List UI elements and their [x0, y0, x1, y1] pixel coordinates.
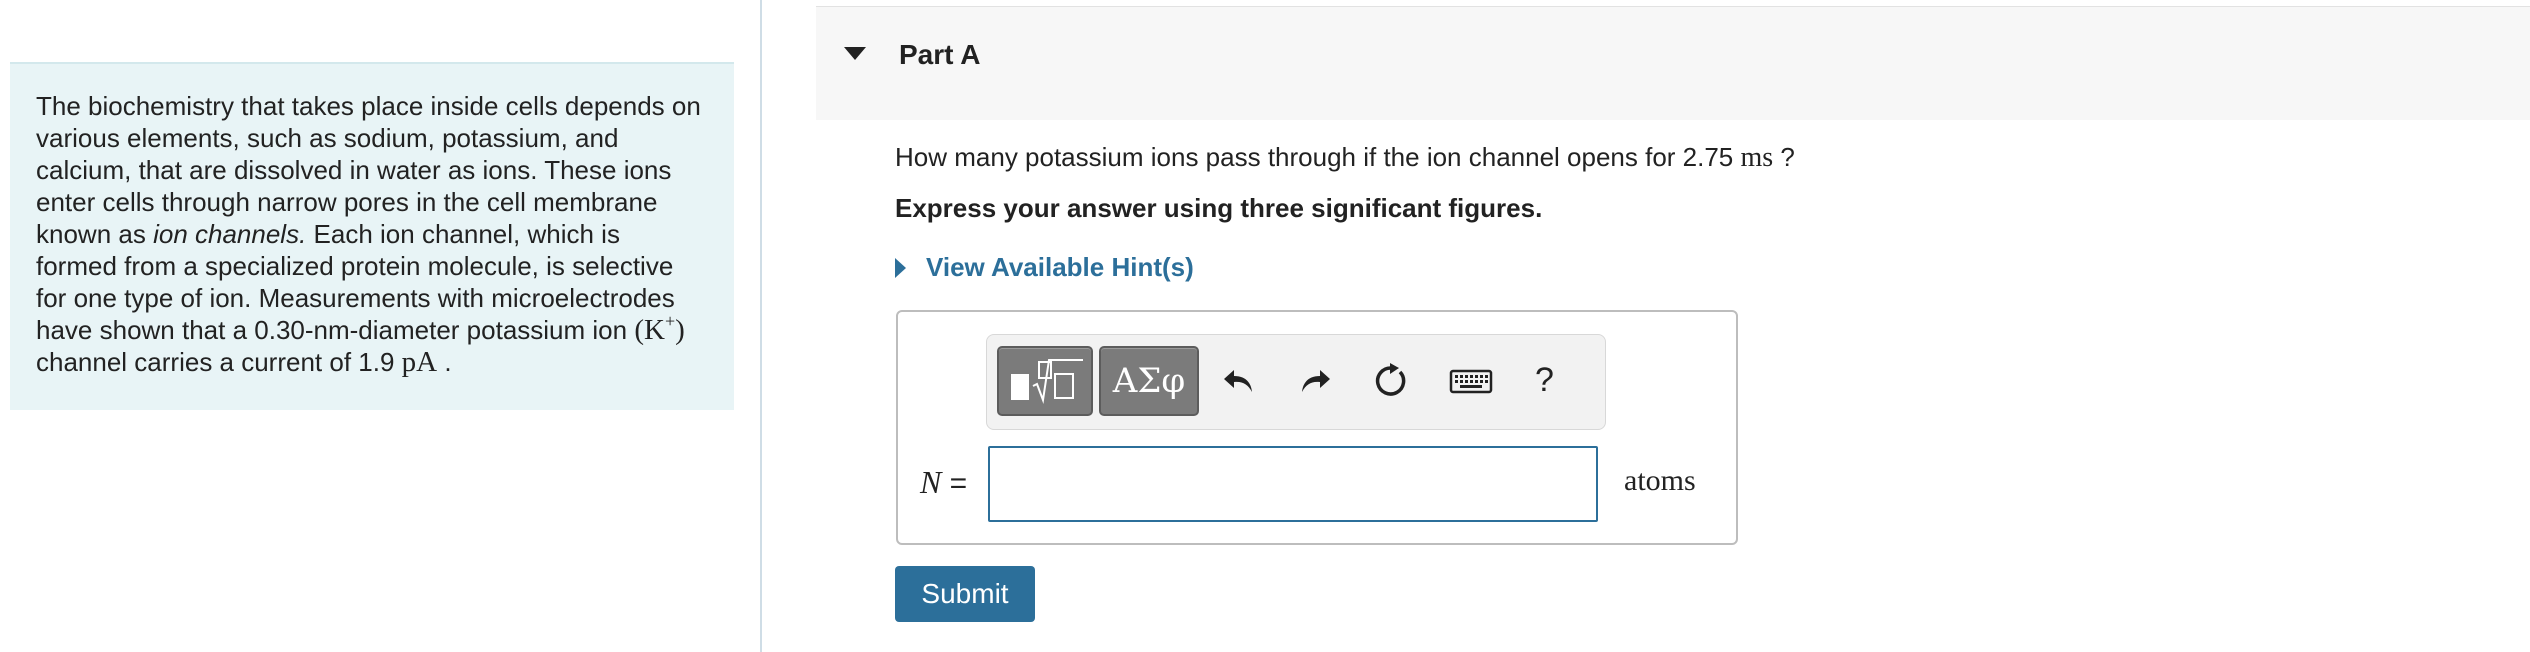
- templates-button[interactable]: [997, 346, 1093, 416]
- greek-symbols-button[interactable]: ΑΣφ: [1099, 346, 1199, 416]
- intro-line: known as ion channels. Each ion channel,…: [36, 218, 708, 250]
- intro-line: for one type of ion. Measurements with m…: [36, 283, 675, 313]
- collapse-caret-icon[interactable]: [844, 47, 866, 60]
- templates-icon: [1011, 359, 1083, 404]
- reset-icon[interactable]: [1369, 359, 1413, 403]
- redo-icon[interactable]: [1293, 359, 1337, 403]
- help-button[interactable]: ?: [1535, 361, 1554, 400]
- undo-icon[interactable]: [1217, 359, 1261, 403]
- question-text: How many potassium ions pass through if …: [895, 142, 1795, 174]
- intro-line: The biochemistry that takes place inside…: [36, 91, 701, 121]
- part-header[interactable]: Part A: [816, 6, 2530, 120]
- ion-charge: +: [664, 311, 676, 331]
- intro-line: enter cells through narrow pores in the …: [36, 187, 658, 217]
- intro-text: known as: [36, 219, 154, 249]
- intro-emphasis: ion channels.: [153, 219, 307, 249]
- hint-label: View Available Hint(s): [926, 252, 1194, 282]
- intro-line: calcium, that are dissolved in water as …: [36, 155, 672, 185]
- intro-text: Each ion channel, which is: [306, 219, 620, 249]
- time-unit: ms: [1740, 142, 1774, 173]
- keyboard-icon[interactable]: [1447, 359, 1495, 403]
- part-title: Part A: [899, 39, 981, 70]
- ion-symbol-close: ): [675, 314, 685, 346]
- answer-variable: N: [920, 464, 942, 500]
- answer-units: atoms: [1624, 464, 1696, 497]
- panel-divider: [760, 0, 762, 652]
- equals-sign: =: [941, 467, 968, 500]
- ion-symbol-base: (K: [634, 314, 665, 346]
- question-end: ?: [1773, 142, 1795, 172]
- intro-text: have shown that a 0.30-nm-diameter potas…: [36, 315, 635, 345]
- ion-symbol: (K+): [634, 311, 685, 346]
- intro-text: .: [437, 347, 452, 377]
- question-body: How many potassium ions pass through if …: [895, 142, 1741, 172]
- math-toolbar: ΑΣφ ?: [986, 334, 1606, 430]
- current-unit: pA: [401, 346, 438, 378]
- expand-triangle-icon: [895, 257, 906, 278]
- intro-text: channel carries a current of 1.9: [36, 347, 402, 377]
- intro-line: formed from a specialized protein molecu…: [36, 251, 674, 281]
- answer-input[interactable]: [988, 446, 1598, 522]
- view-hints-link[interactable]: View Available Hint(s): [895, 252, 1194, 283]
- answer-variable-label: N =: [920, 464, 967, 501]
- intro-line: channel carries a current of 1.9 pA .: [36, 346, 708, 378]
- intro-line: various elements, such as sodium, potass…: [36, 123, 619, 153]
- intro-line: have shown that a 0.30-nm-diameter potas…: [36, 311, 708, 346]
- answer-instruction: Express your answer using three signific…: [895, 193, 1543, 223]
- answer-box: ΑΣφ ? N = atoms: [896, 310, 1738, 545]
- submit-button[interactable]: Submit: [895, 566, 1035, 622]
- problem-intro-panel: The biochemistry that takes place inside…: [10, 62, 734, 410]
